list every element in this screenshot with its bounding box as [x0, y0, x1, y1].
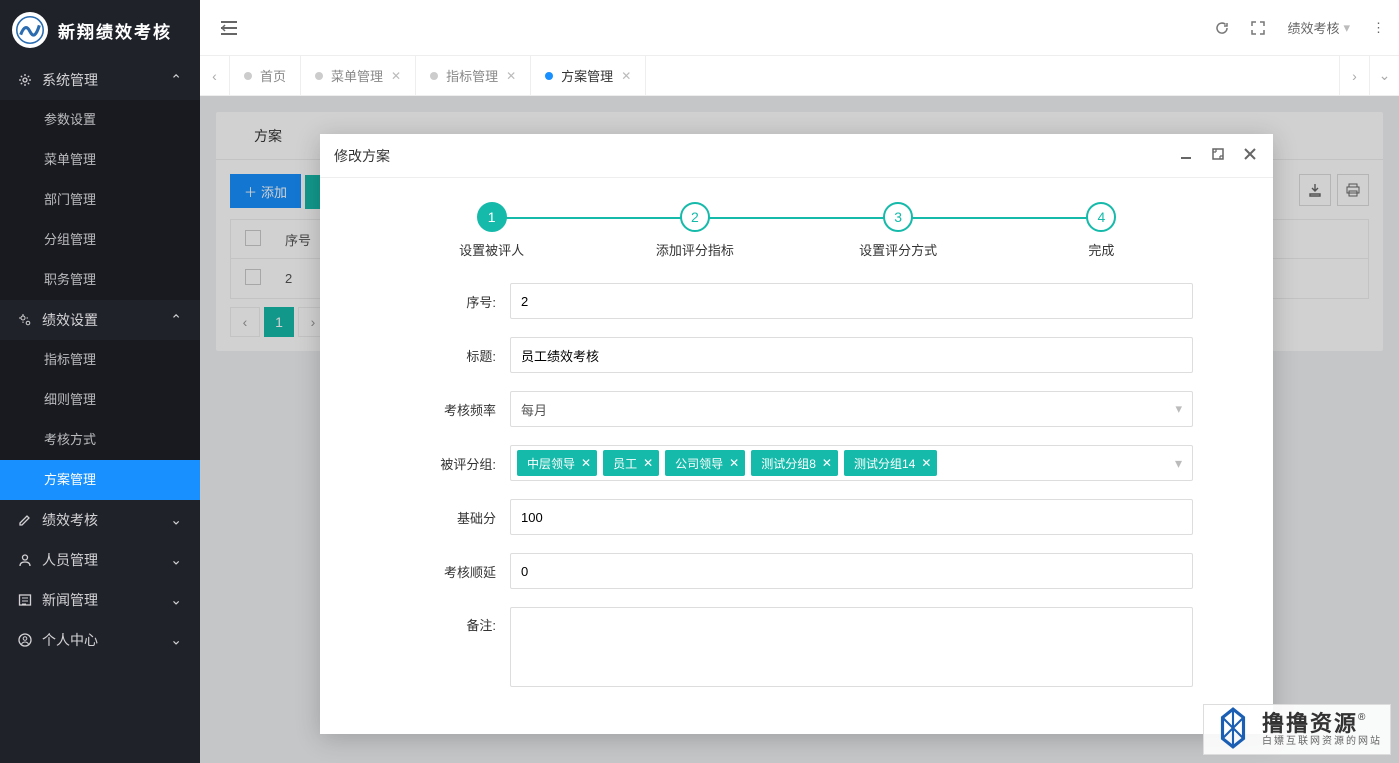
tag-remove-icon[interactable]: ✕	[643, 456, 653, 470]
step-4[interactable]: 4 完成	[1000, 202, 1203, 259]
nav-group-0[interactable]: 系统管理⌃	[0, 60, 200, 100]
label-delay: 考核顺延	[400, 562, 510, 581]
step-circle: 2	[680, 202, 710, 232]
tag-remove-icon[interactable]: ✕	[822, 456, 832, 470]
more-icon[interactable]: ⋮	[1372, 20, 1385, 36]
maximize-icon[interactable]	[1209, 147, 1227, 164]
nav-item[interactable]: 菜单管理	[0, 140, 200, 180]
brand-logo-icon	[12, 12, 48, 48]
step-label: 完成	[1000, 240, 1203, 259]
chevron-icon: ⌄	[170, 512, 182, 529]
chevron-icon: ⌃	[170, 72, 182, 89]
input-remark[interactable]	[510, 607, 1193, 687]
brand[interactable]: 新翔绩效考核	[0, 0, 200, 60]
select-freq[interactable]: 每月▾	[510, 391, 1193, 427]
tag: 员工✕	[603, 450, 659, 476]
nav-item[interactable]: 考核方式	[0, 420, 200, 460]
brand-title: 新翔绩效考核	[58, 18, 172, 43]
nav-item[interactable]: 指标管理	[0, 340, 200, 380]
edit-icon	[18, 513, 32, 527]
nav-group-4[interactable]: 新闻管理⌄	[0, 580, 200, 620]
tab-dot-icon	[244, 72, 252, 80]
input-seq[interactable]	[510, 283, 1193, 319]
chevron-down-icon: ▾	[1175, 455, 1182, 472]
nav-group-2[interactable]: 绩效考核⌄	[0, 500, 200, 540]
label-freq: 考核频率	[400, 400, 510, 419]
chevron-icon: ⌄	[170, 592, 182, 609]
usercircle-icon	[18, 633, 32, 647]
chevron-icon: ⌃	[170, 312, 182, 329]
tag-remove-icon[interactable]: ✕	[581, 456, 591, 470]
tab[interactable]: 菜单管理✕	[301, 56, 416, 95]
watermark-logo-icon	[1212, 707, 1254, 752]
nav-item[interactable]: 分组管理	[0, 220, 200, 260]
fullscreen-icon[interactable]	[1251, 21, 1265, 35]
tab[interactable]: 方案管理✕	[531, 56, 646, 95]
label-remark: 备注:	[400, 607, 510, 634]
nav-group-3[interactable]: 人员管理⌄	[0, 540, 200, 580]
news-icon	[18, 593, 32, 607]
tag: 公司领导✕	[665, 450, 745, 476]
select-groups[interactable]: 中层领导✕员工✕公司领导✕测试分组8✕测试分组14✕ ▾	[510, 445, 1193, 481]
step-circle: 1	[477, 202, 507, 232]
tag: 测试分组14✕	[844, 450, 937, 476]
step-2[interactable]: 2 添加评分指标	[593, 202, 796, 259]
modal-header: 修改方案	[320, 134, 1273, 178]
watermark: 撸撸资源® 白嫖互联网资源的网站	[1203, 704, 1391, 755]
tab[interactable]: 首页	[230, 56, 301, 95]
tabbar: ‹ 首页菜单管理✕指标管理✕方案管理✕ › ⌄	[200, 56, 1399, 96]
refresh-icon[interactable]	[1215, 21, 1229, 35]
sidebar: 新翔绩效考核 系统管理⌃参数设置菜单管理部门管理分组管理职务管理绩效设置⌃指标管…	[0, 0, 200, 763]
chevron-icon: ⌄	[170, 632, 182, 649]
input-title[interactable]	[510, 337, 1193, 373]
tag: 中层领导✕	[517, 450, 597, 476]
modal-title: 修改方案	[334, 146, 390, 166]
tag-remove-icon[interactable]: ✕	[921, 456, 931, 470]
step-1[interactable]: 1 设置被评人	[390, 202, 593, 259]
user-menu-label: 绩效考核	[1287, 18, 1339, 37]
nav-group-5[interactable]: 个人中心⌄	[0, 620, 200, 660]
user-menu[interactable]: 绩效考核▾	[1287, 18, 1350, 37]
step-label: 设置评分方式	[797, 240, 1000, 259]
close-icon[interactable]	[1241, 147, 1259, 164]
input-delay[interactable]	[510, 553, 1193, 589]
label-group: 被评分组:	[400, 454, 510, 473]
nav-item[interactable]: 参数设置	[0, 100, 200, 140]
step-circle: 3	[883, 202, 913, 232]
step-3[interactable]: 3 设置评分方式	[797, 202, 1000, 259]
gear-icon	[18, 73, 32, 87]
tab-close-icon[interactable]: ✕	[621, 69, 631, 83]
label-seq: 序号:	[400, 292, 510, 311]
tag: 测试分组8✕	[751, 450, 838, 476]
gears-icon	[18, 313, 32, 327]
modal: 修改方案 1 设置被评人 2 添加评分指标 3 设置评分方式 4 完成 序号: 标题: 考核频…	[320, 134, 1273, 734]
tag-remove-icon[interactable]: ✕	[729, 456, 739, 470]
nav-item[interactable]: 部门管理	[0, 180, 200, 220]
user-icon	[18, 553, 32, 567]
menu-toggle-icon[interactable]	[214, 13, 244, 43]
nav-group-1[interactable]: 绩效设置⌃	[0, 300, 200, 340]
chevron-icon: ⌄	[170, 552, 182, 569]
tab-dot-icon	[430, 72, 438, 80]
label-title: 标题:	[400, 346, 510, 365]
tab-close-icon[interactable]: ✕	[506, 69, 516, 83]
step-circle: 4	[1086, 202, 1116, 232]
tab-dot-icon	[315, 72, 323, 80]
tab-dropdown[interactable]: ⌄	[1369, 56, 1399, 95]
tab[interactable]: 指标管理✕	[416, 56, 531, 95]
minimize-icon[interactable]	[1177, 147, 1195, 164]
chevron-down-icon: ▾	[1175, 401, 1182, 417]
step-label: 设置被评人	[390, 240, 593, 259]
tab-scroll-left[interactable]: ‹	[200, 56, 230, 95]
nav-item[interactable]: 职务管理	[0, 260, 200, 300]
step-label: 添加评分指标	[593, 240, 796, 259]
nav-item[interactable]: 细则管理	[0, 380, 200, 420]
label-base: 基础分	[400, 508, 510, 527]
tab-dot-icon	[545, 72, 553, 80]
header: 绩效考核▾ ⋮	[200, 0, 1399, 56]
tab-scroll-right[interactable]: ›	[1339, 56, 1369, 95]
tab-close-icon[interactable]: ✕	[391, 69, 401, 83]
nav-item[interactable]: 方案管理	[0, 460, 200, 500]
input-base[interactable]	[510, 499, 1193, 535]
